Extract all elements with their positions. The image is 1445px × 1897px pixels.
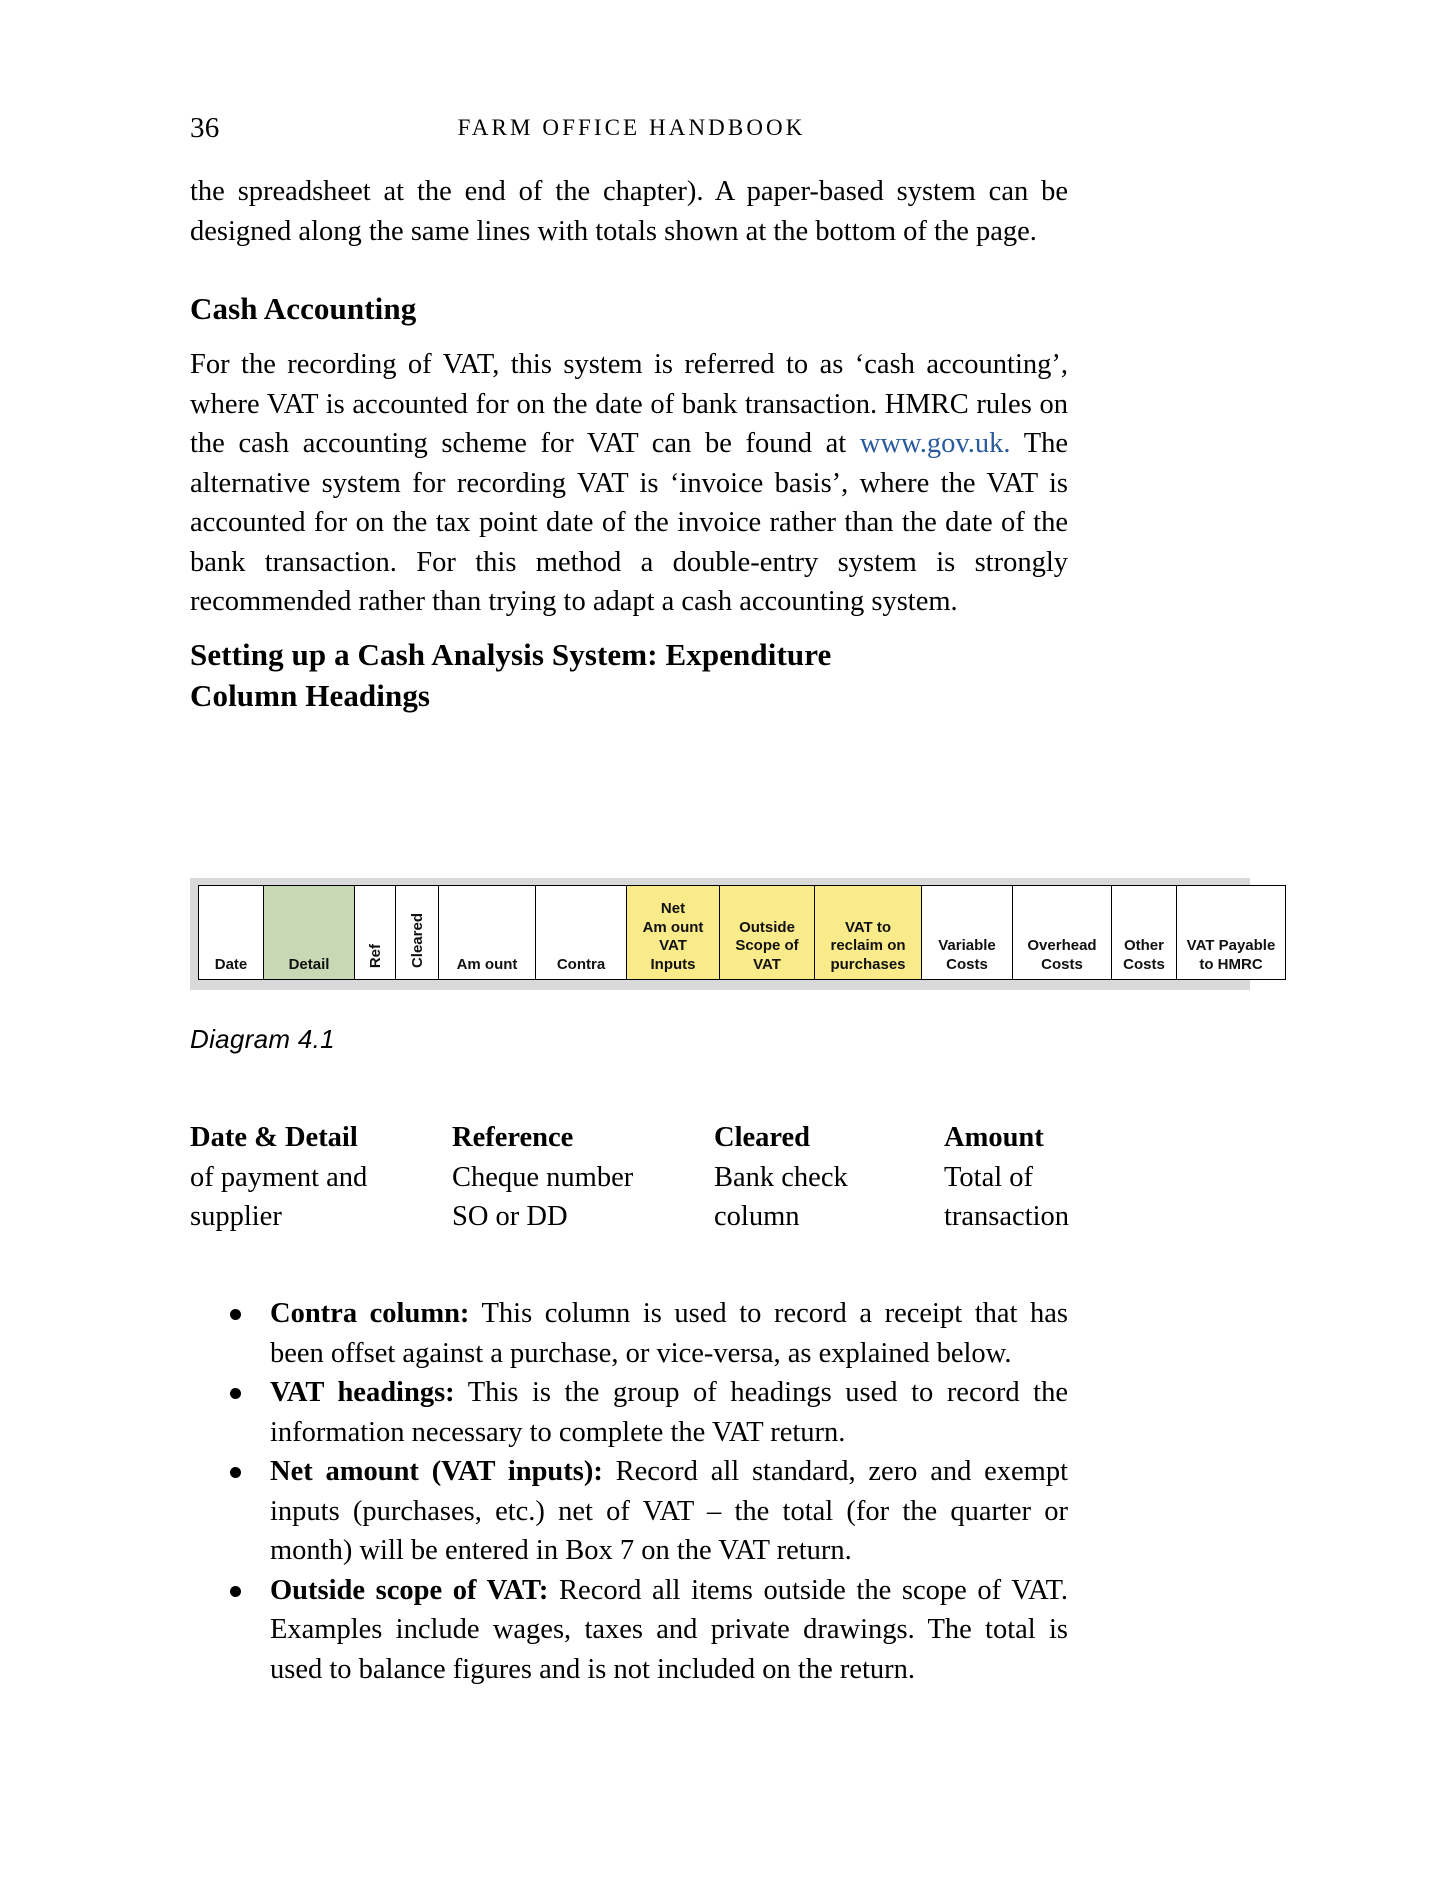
list-item: VAT headings: This is the group of headi… (218, 1373, 1068, 1452)
column-label-line: Costs (946, 955, 988, 973)
column-label-line: Detail (288, 955, 330, 973)
running-head: 36 FARM OFFICE HANDBOOK (190, 108, 1070, 148)
column-overhead-costs: Overhead Costs (1012, 885, 1112, 980)
definition-line: column (714, 1201, 800, 1232)
definition-line: of payment and (190, 1161, 368, 1193)
bullet-paragraph: Net amount (VAT inputs): Record all stan… (270, 1452, 1068, 1571)
column-label-line: Scope of (735, 937, 799, 954)
column-label-line: Other (1123, 937, 1164, 954)
column-label-line: Outside (739, 918, 795, 936)
definition-head: Reference (452, 1122, 574, 1153)
bullet-paragraph: VAT headings: This is the group of headi… (270, 1373, 1068, 1452)
column-vat-payable-to-hmrc: VAT Payable to HMRC (1176, 885, 1286, 980)
cash-accounting-paragraph: For the recording of VAT, this system is… (190, 345, 1068, 622)
column-contra: Contra (535, 885, 627, 980)
bullet-lead: Contra column: (270, 1298, 470, 1329)
column-label: Cleared (408, 913, 426, 969)
bullet-paragraph: Contra column: This column is used to re… (270, 1294, 1068, 1373)
definition-line: transaction (944, 1201, 1070, 1232)
column-label-line: Variable (938, 937, 996, 954)
definition-line: Bank check (714, 1161, 848, 1193)
definition-date-detail: Date & Detail of payment and supplier (190, 1118, 452, 1237)
intro-paragraph-block: the spreadsheet at the end of the chapte… (190, 172, 1068, 251)
column-explanations-list: Contra column: This column is used to re… (218, 1294, 1068, 1689)
diagram-4-1-frame: Date Detail Ref Cleared Am ount Contra N… (190, 878, 1286, 990)
column-date: Date (198, 885, 264, 980)
column-label-line: Costs (1123, 955, 1165, 973)
book-title: FARM OFFICE HANDBOOK (457, 115, 806, 140)
document-page: 36 FARM OFFICE HANDBOOK the spreadsheet … (0, 0, 1445, 1897)
heading-setup-line1: Setting up a Cash Analysis System: Expen… (190, 637, 832, 672)
definition-reference: Reference Cheque number SO or DD (452, 1118, 714, 1237)
cash-accounting-heading-block: Cash Accounting (190, 288, 1068, 329)
setup-heading-block: Setting up a Cash Analysis System: Expen… (190, 634, 1068, 716)
bullet-icon (230, 1309, 241, 1320)
column-outside-scope-of-vat: Outside Scope of VAT (719, 885, 815, 980)
column-cleared: Cleared (395, 885, 439, 980)
column-label-line: to HMRC (1199, 955, 1263, 973)
definition-head: Amount (944, 1122, 1044, 1153)
column-label-line: Am ount (642, 918, 704, 936)
definition-line: SO or DD (452, 1201, 568, 1232)
column-label-line: Overhead (1027, 937, 1097, 954)
gov-uk-link[interactable]: www.gov.uk. (860, 428, 1011, 459)
definition-amount: Amount Total of transaction (944, 1118, 1070, 1237)
column-label-line: VAT (753, 955, 781, 973)
column-ref: Ref (354, 885, 396, 980)
definition-cleared: Cleared Bank check column (714, 1118, 944, 1237)
list-item: Contra column: This column is used to re… (218, 1294, 1068, 1373)
table-row-headings: Date Detail Ref Cleared Am ount Contra N… (198, 885, 1286, 980)
definition-line: Total of (944, 1161, 1034, 1193)
heading-cash-accounting: Cash Accounting (190, 291, 417, 326)
column-other-costs: Other Costs (1111, 885, 1177, 980)
column-variable-costs: Variable Costs (921, 885, 1013, 980)
column-amount: Am ount (438, 885, 536, 980)
definition-line: Cheque number (452, 1161, 634, 1193)
intro-paragraph: the spreadsheet at the end of the chapte… (190, 176, 1068, 247)
column-label-line: Date (214, 955, 248, 973)
bullet-icon (230, 1467, 241, 1478)
column-label-line: Inputs (650, 955, 696, 973)
list-item: Outside scope of VAT: Record all items o… (218, 1571, 1068, 1690)
column-label-line: Am ount (456, 955, 518, 973)
bullet-lead: VAT headings: (270, 1377, 455, 1408)
expenditure-column-headings-table: Date Detail Ref Cleared Am ount Contra N… (198, 885, 1286, 980)
column-definitions-row: Date & Detail of payment and supplier Re… (190, 1118, 1070, 1237)
column-label-line: Costs (1041, 955, 1083, 973)
column-label-line: purchases (830, 955, 906, 973)
definition-line: supplier (190, 1201, 282, 1232)
column-label-line: reclaim on (830, 937, 906, 954)
diagram-caption: Diagram 4.1 (190, 1024, 335, 1054)
bullet-paragraph: Outside scope of VAT: Record all items o… (270, 1571, 1068, 1690)
column-label-line: VAT to (844, 918, 892, 936)
definition-head: Cleared (714, 1122, 811, 1153)
heading-setup-line2: Column Headings (190, 678, 431, 713)
column-label-line: VAT (659, 937, 687, 954)
bullet-icon (230, 1585, 241, 1597)
column-label-line: Contra (556, 955, 606, 973)
definition-head: Date & Detail (190, 1122, 358, 1153)
list-item: Net amount (VAT inputs): Record all stan… (218, 1452, 1068, 1571)
column-label-line: Net (660, 900, 686, 917)
cash-accounting-paragraph-block: For the recording of VAT, this system is… (190, 345, 1068, 622)
bullet-lead: Net amount (VAT inputs): (270, 1456, 603, 1487)
bullet-lead: Outside scope of VAT: (270, 1574, 549, 1606)
column-vat-to-reclaim-on-purchases: VAT to reclaim on purchases (814, 885, 922, 980)
column-label: Ref (366, 944, 384, 969)
column-label-line: VAT Payable (1186, 937, 1276, 954)
column-net-amount-vat-inputs: Net Am ount VAT Inputs (626, 885, 720, 980)
column-detail: Detail (263, 885, 355, 980)
bullet-icon (230, 1388, 241, 1399)
